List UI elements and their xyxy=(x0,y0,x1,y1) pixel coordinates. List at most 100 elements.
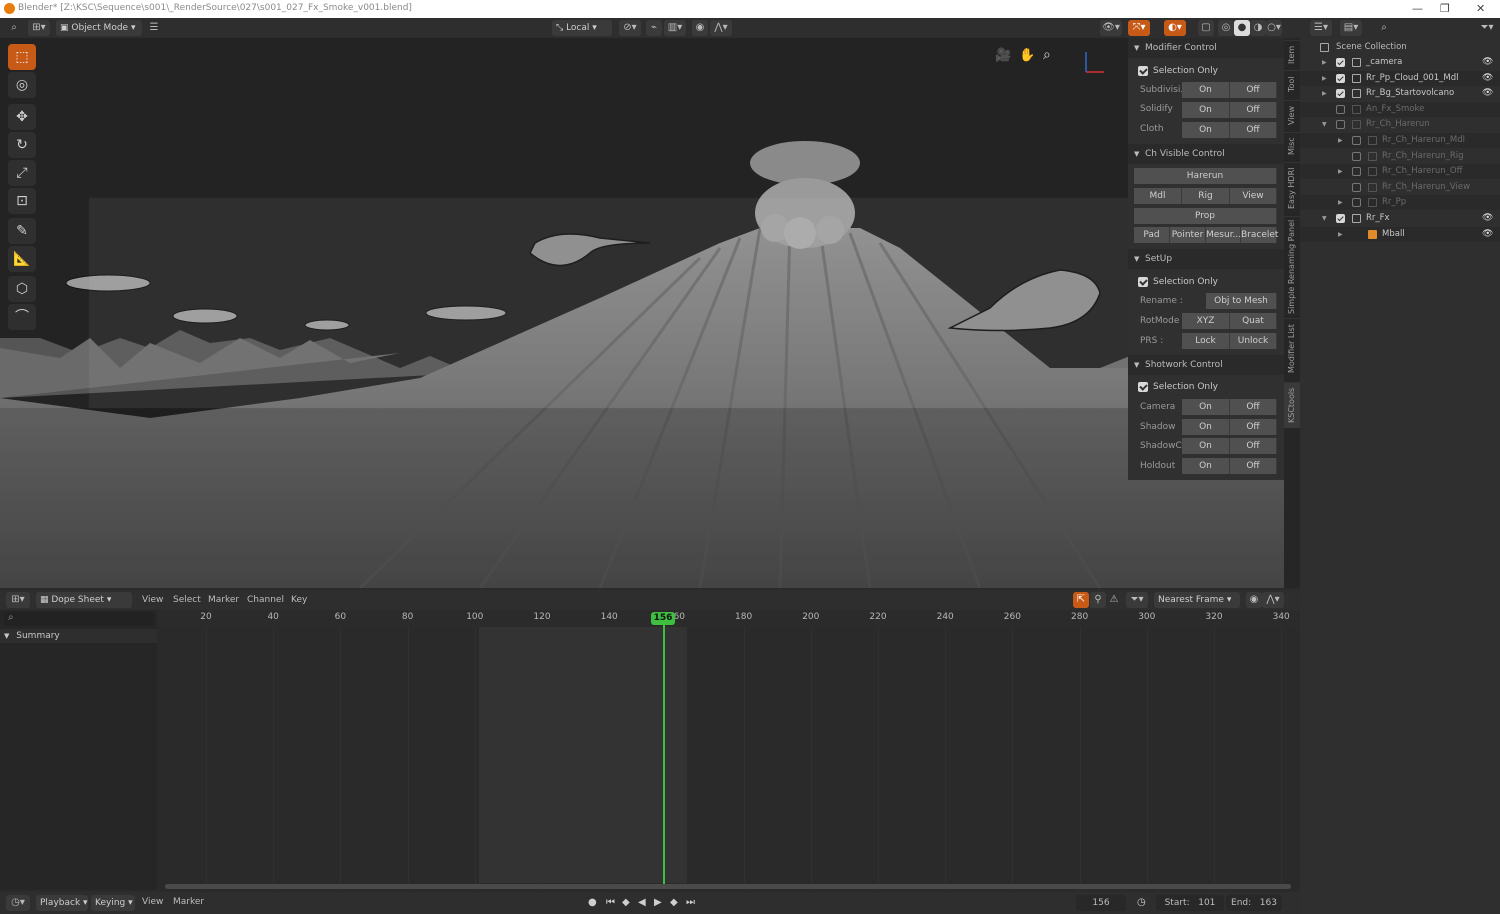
expand-icon[interactable]: ▶ xyxy=(1338,195,1343,210)
move-tool-icon[interactable]: ✥ xyxy=(8,104,36,130)
visibility-eye-icon[interactable]: 👁 xyxy=(1482,55,1493,70)
pointer-button[interactable]: Pointer xyxy=(1170,227,1206,243)
search-icon[interactable]: ⌕ xyxy=(6,20,22,36)
menu-select[interactable]: Select xyxy=(173,595,201,605)
channel-search-input[interactable]: ⌕ xyxy=(4,612,154,626)
holdout-on-button[interactable]: On xyxy=(1182,458,1230,474)
measure-tool-icon[interactable]: 📐 xyxy=(8,246,36,272)
outliner-row[interactable]: Rr_Ch_Harerun_Rig xyxy=(1300,149,1500,164)
prev-keyframe-icon[interactable]: ◆ xyxy=(622,897,630,908)
cloth-on-button[interactable]: On xyxy=(1182,122,1230,138)
exclude-checkbox[interactable] xyxy=(1352,167,1361,177)
bracelet-button[interactable]: Bracelet xyxy=(1241,227,1278,243)
horizontal-scrollbar[interactable] xyxy=(165,884,1291,889)
tab-view[interactable]: View xyxy=(1284,100,1300,130)
menu-key[interactable]: Key xyxy=(291,595,307,605)
expand-icon[interactable]: ▼ xyxy=(1322,117,1327,132)
expand-icon[interactable]: ▶ xyxy=(1322,71,1327,86)
exclude-checkbox[interactable] xyxy=(1352,182,1361,192)
setup-selection-only-checkbox[interactable] xyxy=(1138,277,1148,287)
dopesheet-falloff-icon[interactable]: ⋀▾ xyxy=(1262,592,1284,608)
shading-material-icon[interactable]: ◑ xyxy=(1250,20,1266,36)
restore-icon[interactable]: ❐ xyxy=(1440,2,1450,15)
prop-button[interactable]: Prop xyxy=(1134,208,1277,224)
harerun-button[interactable]: Harerun xyxy=(1134,168,1277,184)
camera-off-button[interactable]: Off xyxy=(1230,399,1277,415)
display-mode-icon[interactable]: ▤▾ xyxy=(1340,20,1362,36)
exclude-checkbox[interactable] xyxy=(1336,73,1345,83)
cursor-tool-icon[interactable]: ◎ xyxy=(8,72,36,98)
scale-tool-icon[interactable]: ⤢ xyxy=(8,160,36,186)
timeline-editor-icon[interactable]: ◷▾ xyxy=(6,895,30,911)
shadowc-on-button[interactable]: On xyxy=(1182,438,1230,454)
expand-icon[interactable]: ▼ xyxy=(1322,211,1327,226)
proportional-icon[interactable]: ◉ xyxy=(692,20,708,36)
start-frame-field[interactable]: Start: 101 xyxy=(1156,895,1224,911)
pan-hand-icon[interactable]: ✋ xyxy=(1019,48,1035,63)
outliner-row[interactable]: ▼ Rr_Ch_Harerun xyxy=(1300,117,1500,132)
shading-wire-icon[interactable]: ◎ xyxy=(1218,20,1234,36)
pad-button[interactable]: Pad xyxy=(1134,227,1170,243)
tab-misc[interactable]: Misc xyxy=(1284,132,1300,160)
errors-icon[interactable]: ⚠ xyxy=(1106,592,1122,608)
outliner-row[interactable]: ▶ Rr_Ch_Harerun_Mdl xyxy=(1300,133,1500,148)
dopesheet-editor-icon[interactable]: ⊞▾ xyxy=(6,592,30,608)
shadowc-off-button[interactable]: Off xyxy=(1230,438,1277,454)
current-frame-field[interactable]: 156 xyxy=(1076,895,1126,911)
camera-on-button[interactable]: On xyxy=(1182,399,1230,415)
gizmo-icon[interactable]: ⤧▾ xyxy=(1128,20,1150,36)
3d-viewport[interactable]: 🎥 ✋ ⌕ xyxy=(0,38,1284,588)
outliner-filter-icon[interactable]: ⏷▾ xyxy=(1476,20,1498,36)
menu-icon[interactable]: ☰ xyxy=(146,20,162,36)
mdl-button[interactable]: Mdl xyxy=(1134,188,1182,204)
exclude-checkbox[interactable] xyxy=(1352,198,1361,208)
frame-ruler[interactable]: 20 40 60 80 100 120 140 160 180 200 220 240 260 280 30… xyxy=(157,610,1300,627)
timeline-menu-view[interactable]: View xyxy=(142,897,163,907)
current-frame-indicator[interactable]: 156 xyxy=(651,612,675,625)
outliner-row[interactable]: ▶ Rr_Bg_Startovolcano 👁 xyxy=(1300,86,1500,101)
add-cube-tool-icon[interactable]: ⬡ xyxy=(8,276,36,302)
rotmode-xyz-button[interactable]: XYZ xyxy=(1182,313,1230,329)
visibility-eye-icon[interactable]: 👁 xyxy=(1482,71,1493,86)
rig-button[interactable]: Rig xyxy=(1182,188,1230,204)
shadow-on-button[interactable]: On xyxy=(1182,419,1230,435)
play-icon[interactable]: ▶ xyxy=(654,897,662,908)
falloff-icon[interactable]: ⋀▾ xyxy=(710,20,732,36)
annotate-tool-icon[interactable]: ✎ xyxy=(8,218,36,244)
rotmode-quat-button[interactable]: Quat xyxy=(1230,313,1277,329)
rotate-tool-icon[interactable]: ↻ xyxy=(8,132,36,158)
modifier-selection-only-checkbox[interactable] xyxy=(1138,66,1148,76)
outliner-row[interactable]: ▶ Mball 👁 xyxy=(1300,226,1500,242)
prs-lock-button[interactable]: Lock xyxy=(1182,333,1230,349)
only-selected-icon[interactable]: ⇱ xyxy=(1073,592,1089,608)
snap-target-icon[interactable]: ▥▾ xyxy=(664,20,686,36)
exclude-checkbox[interactable] xyxy=(1336,58,1345,67)
shadow-off-button[interactable]: Off xyxy=(1230,419,1277,435)
mesur-button[interactable]: Mesur... xyxy=(1206,227,1241,243)
exclude-checkbox[interactable] xyxy=(1336,104,1345,114)
prs-unlock-button[interactable]: Unlock xyxy=(1230,333,1277,349)
exclude-checkbox[interactable] xyxy=(1336,89,1345,99)
xray-icon[interactable]: ▢ xyxy=(1198,20,1214,36)
editor-type-icon[interactable]: ⊞▾ xyxy=(28,20,50,36)
tab-tool[interactable]: Tool xyxy=(1284,70,1300,98)
minimize-icon[interactable]: — xyxy=(1412,2,1423,15)
summary-row[interactable]: ▼ Summary xyxy=(0,629,157,643)
orientation-dropdown[interactable]: ⤡ Local ▾ xyxy=(552,20,612,36)
holdout-off-button[interactable]: Off xyxy=(1230,458,1277,474)
timeline-menu-marker[interactable]: Marker xyxy=(173,897,204,907)
outliner-row[interactable]: An_Fx_Smoke xyxy=(1300,101,1500,117)
setup-header[interactable]: ▼ SetUp xyxy=(1128,249,1284,269)
visibility-eye-icon[interactable]: 👁 xyxy=(1482,211,1493,226)
menu-channel[interactable]: Channel xyxy=(247,595,284,605)
visibility-eye-icon[interactable]: 👁 xyxy=(1482,227,1493,242)
dopesheet-mode-dropdown[interactable]: ▦ Dope Sheet ▾ xyxy=(36,592,132,608)
record-icon[interactable]: ● xyxy=(588,897,597,908)
solidify-off-button[interactable]: Off xyxy=(1230,102,1277,118)
outliner-row[interactable]: ▶ Rr_Pp_Cloud_001_Mdl 👁 xyxy=(1300,70,1500,86)
curve-tool-icon[interactable]: ⌒ xyxy=(8,304,36,330)
subdivision-off-button[interactable]: Off xyxy=(1230,82,1277,98)
outliner-row[interactable]: ▼ Rr_Fx 👁 xyxy=(1300,211,1500,226)
tab-modifier-list[interactable]: Modifier List xyxy=(1284,318,1300,378)
shotwork-selection-only-checkbox[interactable] xyxy=(1138,382,1148,392)
